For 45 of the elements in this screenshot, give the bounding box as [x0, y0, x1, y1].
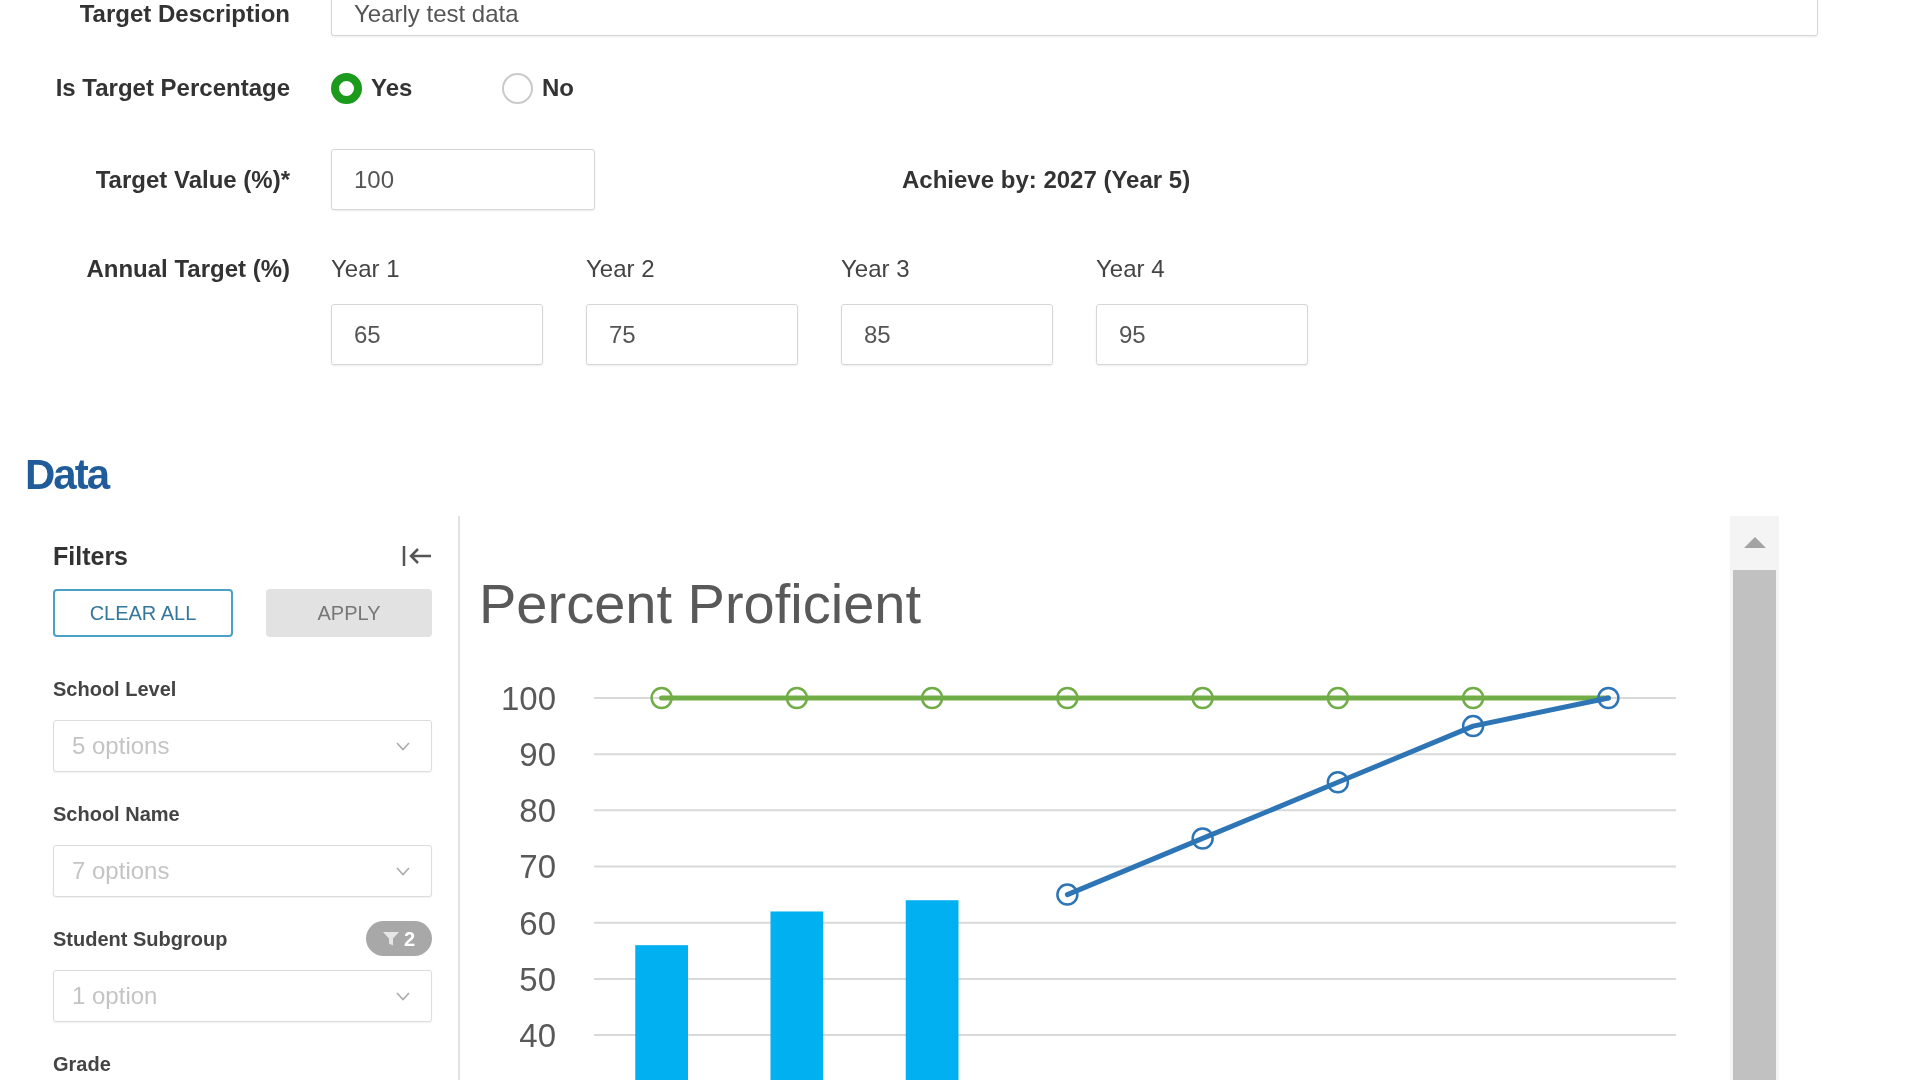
text-field[interactable]: 85: [841, 304, 1053, 365]
filter-label: School Name: [53, 801, 180, 826]
text-field[interactable]: 100: [331, 149, 595, 210]
radio-button[interactable]: [331, 72, 362, 104]
scrollbar-thumb[interactable]: [1733, 570, 1776, 1080]
dropdown-field[interactable]: 7 options: [53, 845, 432, 897]
text-field[interactable]: Yearly test data: [331, 0, 1818, 36]
field-label: Target Value (%)*: [94, 164, 290, 195]
chart-title: Percent Proficient: [478, 571, 921, 634]
caret-up-icon: [1743, 536, 1766, 548]
radio-button[interactable]: [502, 72, 533, 104]
field-label: Target Description: [78, 0, 290, 29]
axis-label: 50: [519, 960, 556, 998]
axis-label: 70: [519, 848, 556, 886]
scrollbar[interactable]: [1730, 516, 1779, 1080]
chevron-down-icon: [396, 742, 410, 751]
axis-label: 60: [519, 904, 556, 942]
funnel-icon: [382, 931, 399, 946]
text-field[interactable]: 95: [1096, 304, 1308, 365]
axis-label: 90: [519, 736, 556, 774]
filter-label: Grade: [53, 1051, 111, 1076]
axis-label: 40: [519, 1016, 556, 1054]
dropdown-field[interactable]: 1 option: [53, 970, 432, 1022]
chevron-down-icon: [396, 992, 410, 1001]
filter-label: Student Subgroup: [53, 926, 228, 951]
radio-label[interactable]: No: [542, 73, 574, 103]
text-field[interactable]: 65: [331, 304, 543, 365]
filter-label: School Level: [53, 676, 177, 701]
chevron-down-icon: [396, 867, 410, 876]
field-label: Is Target Percentage: [54, 73, 290, 103]
clear-all-button[interactable]: CLEAR ALL: [53, 589, 233, 637]
collapse-icon[interactable]: [402, 545, 432, 567]
axis-label: 100: [500, 679, 556, 717]
field-label: Annual Target (%): [85, 254, 290, 284]
year-label: Year 1: [331, 254, 400, 284]
panel-title: Filters: [53, 541, 129, 571]
dropdown-field[interactable]: 5 options: [53, 720, 432, 772]
year-label: Year 4: [1096, 254, 1165, 284]
axis-label: 80: [519, 792, 556, 830]
achieve-by-text: Achieve by: 2027 (Year 5): [902, 164, 1191, 195]
year-label: Year 3: [841, 254, 910, 284]
radio-label[interactable]: Yes: [371, 73, 413, 103]
year-label: Year 2: [586, 254, 655, 284]
section-heading: Data: [25, 450, 109, 500]
text-field[interactable]: 75: [586, 304, 798, 365]
